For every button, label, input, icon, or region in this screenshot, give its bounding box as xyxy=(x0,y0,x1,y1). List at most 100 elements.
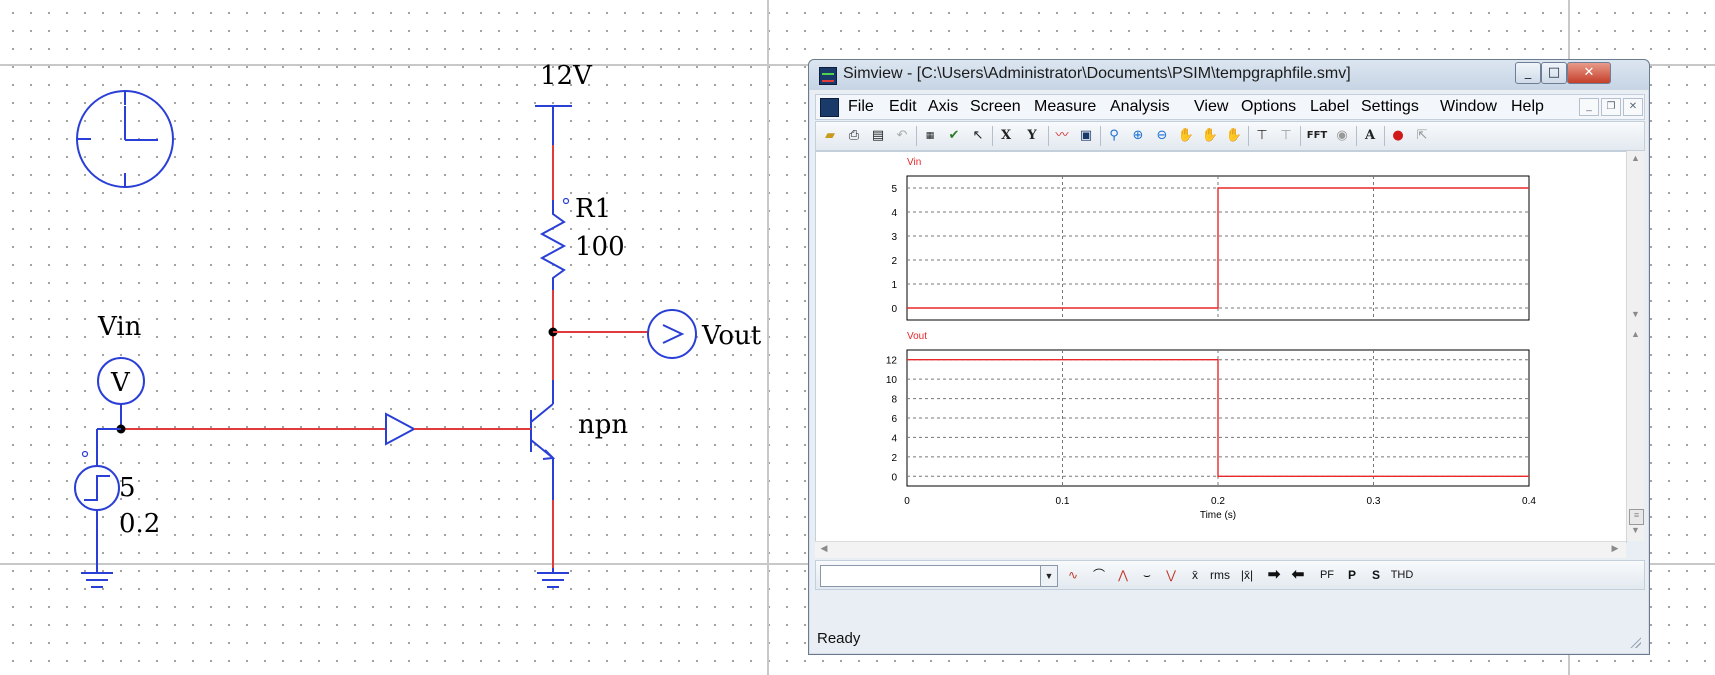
simulation-clock-icon[interactable] xyxy=(76,90,174,188)
sheet-line-horizontal-right-bottom xyxy=(1649,563,1715,565)
supply-label: 12V xyxy=(540,61,593,91)
scroll-right-icon[interactable]: ▶ xyxy=(1608,543,1622,557)
waveform-charts[interactable]: 012345Vin024681012Vout0 0.1 0.2 0.3 0.4Time … xyxy=(816,152,1626,542)
zoom-in-icon[interactable]: ⊕ xyxy=(1128,126,1148,146)
voltmeter-symbol: V xyxy=(110,368,131,398)
cursor-text-icon[interactable]: ⊤ xyxy=(1276,126,1296,146)
circuit-schematic[interactable]: 12V R1 100 Vout npn Vin V 5 0.2 xyxy=(0,0,808,675)
scroll-thumb[interactable]: ≡ xyxy=(1629,509,1644,525)
menu-settings[interactable]: Settings xyxy=(1361,98,1419,116)
menu-measure[interactable]: Measure xyxy=(1034,98,1096,116)
export-icon[interactable]: ⇱ xyxy=(1412,126,1432,146)
simview-app-icon xyxy=(819,67,837,85)
plot-area[interactable]: 0 1 2 3 4 5 Vin 0 2 4 6 8 10 12 Vout 0 0.1 0.2 0.3 0.4 Time … xyxy=(815,151,1627,543)
abs-average-button[interactable]: |x̄| xyxy=(1236,566,1258,584)
menu-label[interactable]: Label xyxy=(1310,98,1349,116)
s-button[interactable]: S xyxy=(1366,566,1386,584)
undo-icon[interactable]: ↶ xyxy=(892,126,912,146)
cursor-icon[interactable]: ⊤ xyxy=(1252,126,1272,146)
scroll-down-icon-2[interactable]: ▼ xyxy=(1629,525,1642,539)
menu-help[interactable]: Help xyxy=(1511,98,1544,116)
y-tick-label: 12 xyxy=(886,356,898,367)
max-icon[interactable]: ⌒ xyxy=(1088,566,1110,584)
y-axis-button[interactable]: Y xyxy=(1022,126,1042,146)
simview-window[interactable]: Simview - [C:\Users\Administrator\Docume… xyxy=(808,59,1650,655)
document-icon[interactable] xyxy=(820,98,839,117)
npn-transistor[interactable] xyxy=(530,380,556,500)
hand-x-icon[interactable]: ✋ xyxy=(1176,126,1196,146)
title-bar[interactable]: Simview - [C:\Users\Administrator\Docume… xyxy=(809,60,1649,90)
average-button[interactable]: x̄ xyxy=(1186,566,1204,584)
hand-y-icon[interactable]: ✋ xyxy=(1200,126,1220,146)
source-amplitude-label: 5 xyxy=(119,473,136,503)
buffer-gate[interactable] xyxy=(385,412,417,446)
mdi-minimize-button[interactable]: _ xyxy=(1579,98,1599,116)
arrow-right-icon[interactable]: ➡ xyxy=(1264,566,1284,584)
dc-supply-12v[interactable] xyxy=(535,105,572,145)
data-icon[interactable]: ▦ xyxy=(920,126,940,146)
toolbar-separator xyxy=(1356,126,1357,146)
menu-view[interactable]: View xyxy=(1194,98,1228,116)
menu-edit[interactable]: Edit xyxy=(889,98,917,116)
scroll-left-icon[interactable]: ◀ xyxy=(817,543,831,557)
clipboard-icon[interactable]: ▤ xyxy=(868,126,888,146)
horizontal-scrollbar[interactable]: ◀ ▶ xyxy=(815,541,1626,558)
mdi-restore-button[interactable]: ❐ xyxy=(1601,98,1621,116)
pan-icon[interactable]: ✋ xyxy=(1224,126,1244,146)
min-icon[interactable]: ⌣ xyxy=(1136,566,1158,584)
add-curve-icon[interactable]: 〰 xyxy=(1052,126,1072,146)
vertical-scrollbar[interactable]: ▲ ▼ ▲ ≡ ▼ xyxy=(1626,151,1644,541)
x-axis-label: Time (s) xyxy=(1200,510,1236,521)
resistor-r1[interactable] xyxy=(539,197,570,291)
local-min-icon[interactable]: ⋁ xyxy=(1160,566,1182,584)
curve-select[interactable]: ▼ xyxy=(820,565,1058,587)
open-folder-icon[interactable]: ▰ xyxy=(820,126,840,146)
series-label-vin: Vin xyxy=(907,157,921,168)
chevron-down-icon[interactable]: ▼ xyxy=(1040,566,1057,586)
zoom-icon[interactable]: ⚲ xyxy=(1104,126,1124,146)
record-icon[interactable]: ● xyxy=(1388,126,1408,146)
zoom-out-icon[interactable]: ⊖ xyxy=(1152,126,1172,146)
disc-icon[interactable]: ◉ xyxy=(1332,126,1352,146)
toolbar-separator xyxy=(1384,126,1385,146)
menu-screen[interactable]: Screen xyxy=(970,98,1021,116)
curve-tool-icon[interactable]: ∿ xyxy=(1062,566,1084,584)
thd-button[interactable]: THD xyxy=(1388,566,1416,584)
local-max-icon[interactable]: ⋀ xyxy=(1112,566,1134,584)
sheet-line-vertical-right xyxy=(1568,0,1570,59)
y-tick-label: 2 xyxy=(891,453,897,464)
vout-label: Vout xyxy=(701,321,762,351)
vout-probe[interactable] xyxy=(647,309,697,359)
window-title: Simview - [C:\Users\Administrator\Docume… xyxy=(843,65,1351,82)
print-icon[interactable]: ⎙ xyxy=(844,126,864,146)
screen-icon[interactable]: ▣ xyxy=(1076,126,1096,146)
menu-file[interactable]: File xyxy=(848,98,874,116)
y-tick-label: 1 xyxy=(891,280,897,291)
resize-grip-icon[interactable] xyxy=(1629,636,1641,648)
y-tick-label: 0 xyxy=(891,472,897,483)
menu-axis[interactable]: Axis xyxy=(928,98,958,116)
scroll-up-icon[interactable]: ▲ xyxy=(1629,153,1642,167)
select-arrow-icon[interactable]: ↖ xyxy=(968,126,988,146)
x-axis-button[interactable]: X xyxy=(996,126,1016,146)
rms-button[interactable]: rms xyxy=(1206,566,1234,584)
menu-window[interactable]: Window xyxy=(1440,98,1497,116)
scroll-up-icon-2[interactable]: ▲ xyxy=(1629,329,1642,343)
pf-button[interactable]: PF xyxy=(1316,566,1338,584)
sheet-line-horizontal-right xyxy=(1649,64,1715,66)
check-icon[interactable]: ✔ xyxy=(944,126,964,146)
series-label-vout: Vout xyxy=(907,331,927,342)
x-tick-label: 0.2 xyxy=(1211,496,1225,507)
minimize-button[interactable]: _ xyxy=(1515,62,1541,84)
menu-analysis[interactable]: Analysis xyxy=(1110,98,1170,116)
text-label-button[interactable]: A xyxy=(1360,126,1380,146)
scroll-down-icon[interactable]: ▼ xyxy=(1629,309,1642,323)
menu-options[interactable]: Options xyxy=(1241,98,1296,116)
mdi-close-button[interactable]: ✕ xyxy=(1623,98,1643,116)
fft-button[interactable]: FFT xyxy=(1304,126,1330,146)
maximize-button[interactable]: □ xyxy=(1541,62,1567,84)
p-button[interactable]: P xyxy=(1342,566,1362,584)
arrow-left-icon[interactable]: ⬅ xyxy=(1288,566,1308,584)
toolbar-separator xyxy=(1100,126,1101,146)
close-button[interactable]: ✕ xyxy=(1567,62,1611,84)
